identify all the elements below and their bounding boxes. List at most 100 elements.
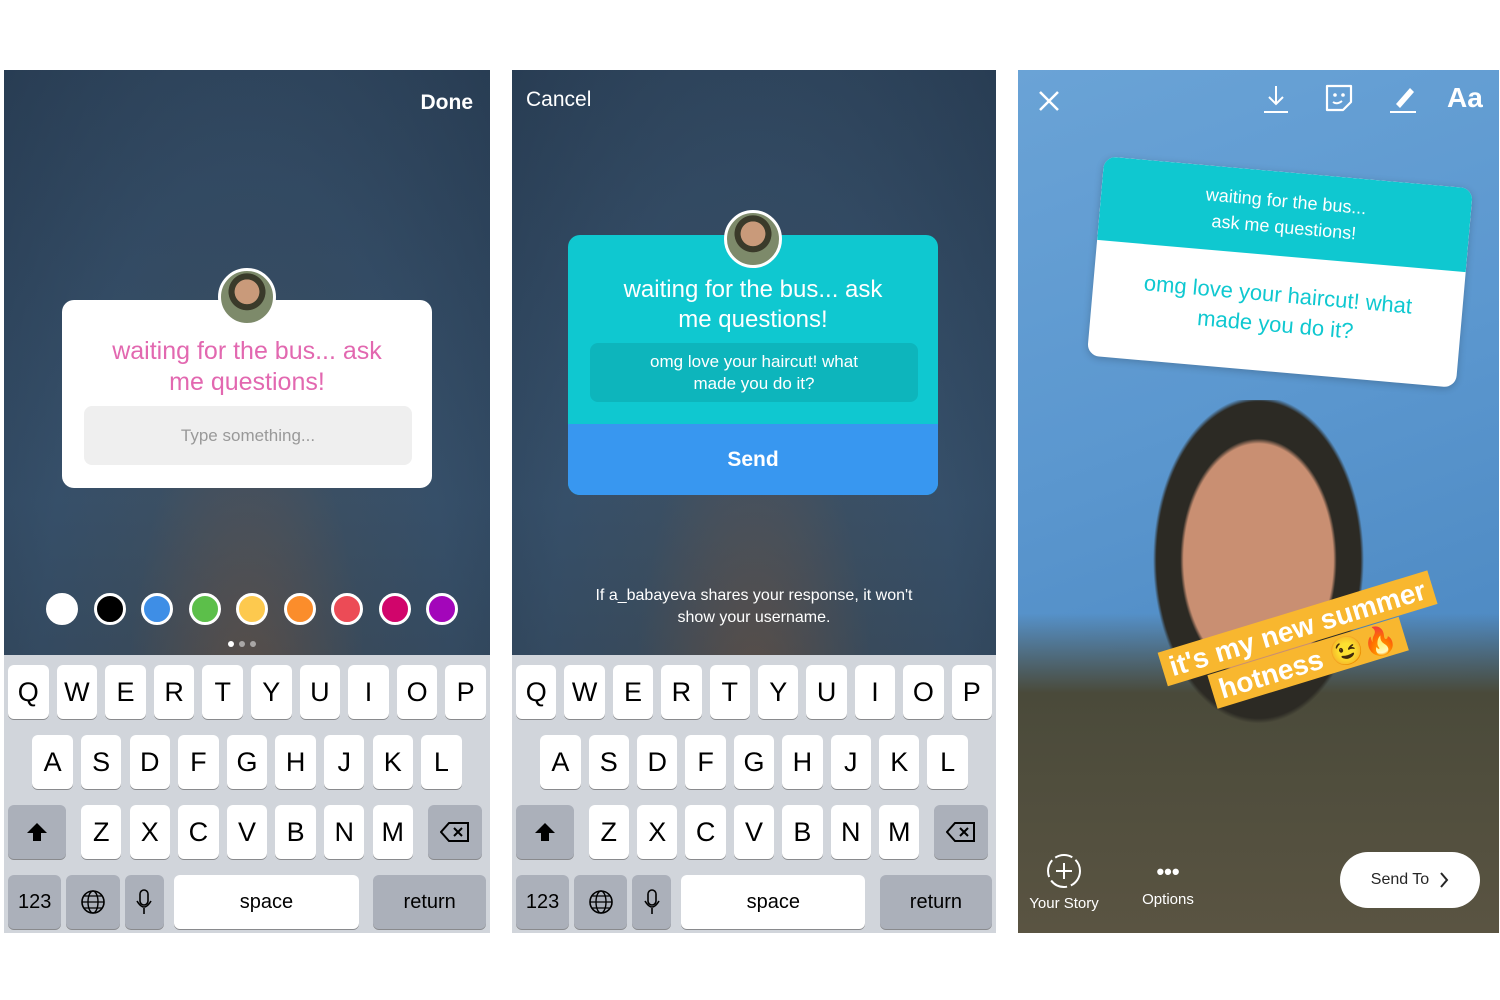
answer-placeholder: Type something...	[84, 406, 412, 465]
key-k[interactable]: K	[372, 735, 414, 789]
key-z[interactable]: Z	[80, 805, 122, 859]
key-v[interactable]: V	[226, 805, 268, 859]
numbers-key[interactable]: 123	[516, 875, 570, 929]
draw-icon[interactable]	[1388, 82, 1420, 114]
key-d[interactable]: D	[129, 735, 171, 789]
key-e[interactable]: E	[612, 665, 654, 719]
key-q[interactable]: Q	[516, 665, 557, 719]
key-y[interactable]: Y	[251, 665, 292, 719]
key-s[interactable]: S	[80, 735, 122, 789]
space-key[interactable]: space	[681, 875, 866, 929]
key-f[interactable]: F	[178, 735, 219, 789]
key-o[interactable]: O	[396, 665, 438, 719]
microphone-key[interactable]	[632, 875, 671, 929]
close-icon[interactable]	[1038, 90, 1060, 112]
sticker-icon[interactable]	[1323, 82, 1355, 114]
color-swatch[interactable]	[46, 593, 78, 625]
key-c[interactable]: C	[178, 805, 219, 859]
key-h[interactable]: H	[782, 735, 823, 789]
key-d[interactable]: D	[637, 735, 678, 789]
key-b[interactable]: B	[782, 805, 823, 859]
options-label: Options	[1142, 891, 1194, 908]
shift-key[interactable]	[8, 805, 67, 859]
key-n[interactable]: N	[830, 805, 871, 859]
globe-icon	[81, 890, 105, 914]
key-b[interactable]: B	[275, 805, 316, 859]
chevron-right-icon	[1440, 872, 1449, 888]
color-swatch[interactable]	[236, 593, 268, 625]
key-a[interactable]: A	[540, 735, 581, 789]
space-key[interactable]: space	[174, 875, 359, 929]
key-m[interactable]: M	[372, 805, 414, 859]
color-swatch[interactable]	[141, 593, 173, 625]
key-s[interactable]: S	[588, 735, 629, 789]
return-key[interactable]: return	[879, 875, 992, 929]
key-h[interactable]: H	[275, 735, 316, 789]
color-swatch[interactable]	[283, 593, 316, 625]
key-l[interactable]: L	[927, 735, 968, 789]
key-r[interactable]: R	[661, 665, 702, 719]
key-w[interactable]: W	[564, 665, 605, 719]
key-p[interactable]: P	[445, 665, 486, 719]
text-tool-button[interactable]: Aa	[1447, 82, 1483, 114]
privacy-notice: If a_babayeva shares your response, it w…	[595, 587, 913, 626]
key-e[interactable]: E	[105, 665, 146, 719]
key-n[interactable]: N	[323, 805, 365, 859]
key-u[interactable]: U	[806, 665, 847, 719]
key-z[interactable]: Z	[588, 805, 629, 859]
your-story-button[interactable]: Your Story	[1024, 852, 1104, 912]
key-j[interactable]: J	[830, 735, 871, 789]
key-v[interactable]: V	[733, 805, 775, 859]
options-button[interactable]: ••• Options	[1133, 861, 1203, 909]
page-dots	[228, 641, 256, 647]
key-t[interactable]: T	[202, 665, 243, 719]
backspace-key[interactable]	[933, 805, 988, 859]
question-response-sticker[interactable]: waiting for the bus... ask me questions!…	[1086, 156, 1474, 388]
key-i[interactable]: I	[854, 665, 896, 719]
question-text[interactable]: waiting for the bus... ask me questions!	[62, 336, 432, 398]
done-button[interactable]: Done	[421, 91, 474, 115]
key-o[interactable]: O	[903, 665, 944, 719]
send-to-label: Send To	[1370, 871, 1430, 888]
send-button[interactable]: Send	[568, 424, 938, 495]
key-g[interactable]: G	[226, 735, 268, 789]
globe-key[interactable]	[66, 875, 120, 929]
key-q[interactable]: Q	[8, 665, 49, 719]
key-x[interactable]: X	[637, 805, 678, 859]
key-r[interactable]: R	[153, 665, 195, 719]
answer-input[interactable]: omg love your haircut! what made you do …	[590, 343, 918, 402]
globe-key[interactable]	[574, 875, 628, 929]
numbers-key[interactable]: 123	[8, 875, 62, 929]
key-a[interactable]: A	[32, 735, 73, 789]
key-m[interactable]: M	[879, 805, 920, 859]
key-j[interactable]: J	[323, 735, 365, 789]
key-l[interactable]: L	[421, 735, 462, 789]
color-swatch[interactable]	[188, 593, 221, 625]
key-c[interactable]: C	[685, 805, 726, 859]
microphone-icon	[643, 889, 660, 914]
send-to-button[interactable]: Send To	[1340, 852, 1480, 908]
color-swatch[interactable]	[331, 593, 363, 625]
key-y[interactable]: Y	[758, 665, 799, 719]
key-f[interactable]: F	[685, 735, 726, 789]
download-icon[interactable]	[1263, 84, 1289, 114]
key-k[interactable]: K	[879, 735, 920, 789]
story-preview-screen: Aa waiting for the bus... ask me questio…	[1018, 70, 1499, 933]
key-w[interactable]: W	[56, 665, 98, 719]
key-g[interactable]: G	[733, 735, 775, 789]
key-u[interactable]: U	[299, 665, 341, 719]
key-x[interactable]: X	[129, 805, 171, 859]
backspace-key[interactable]	[427, 805, 482, 859]
shift-key[interactable]	[516, 805, 575, 859]
add-story-icon	[1047, 854, 1081, 888]
key-t[interactable]: T	[709, 665, 750, 719]
color-swatch[interactable]	[426, 593, 458, 625]
return-key[interactable]: return	[373, 875, 486, 929]
backspace-icon	[945, 822, 975, 842]
key-p[interactable]: P	[951, 665, 992, 719]
color-swatch[interactable]	[93, 593, 126, 625]
cancel-button[interactable]: Cancel	[526, 88, 591, 112]
color-swatch[interactable]	[378, 593, 411, 625]
microphone-key[interactable]	[124, 875, 164, 929]
key-i[interactable]: I	[348, 665, 389, 719]
